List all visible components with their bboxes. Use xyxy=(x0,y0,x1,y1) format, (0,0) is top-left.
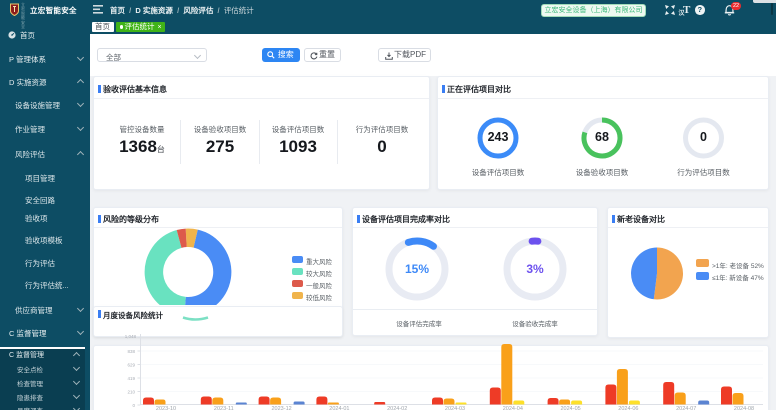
svg-text:2024-01: 2024-01 xyxy=(329,406,349,410)
svg-text:2024-06: 2024-06 xyxy=(618,406,638,410)
svg-text:2024-05: 2024-05 xyxy=(561,406,581,410)
svg-text:2024-07: 2024-07 xyxy=(676,406,696,410)
svg-text:838: 838 xyxy=(127,349,135,354)
svg-text:2023-12: 2023-12 xyxy=(272,406,292,410)
svg-text:2024-08: 2024-08 xyxy=(734,406,754,410)
svg-text:2023-11: 2023-11 xyxy=(214,406,234,410)
svg-text:419: 419 xyxy=(127,376,135,381)
svg-text:2024-03: 2024-03 xyxy=(445,406,465,410)
svg-text:629: 629 xyxy=(127,362,135,367)
svg-text:2024-02: 2024-02 xyxy=(387,406,407,410)
svg-text:2023-10: 2023-10 xyxy=(156,406,176,410)
svg-text:0: 0 xyxy=(132,403,135,408)
svg-text:210: 210 xyxy=(127,389,135,394)
svg-text:2024-04: 2024-04 xyxy=(503,406,523,410)
